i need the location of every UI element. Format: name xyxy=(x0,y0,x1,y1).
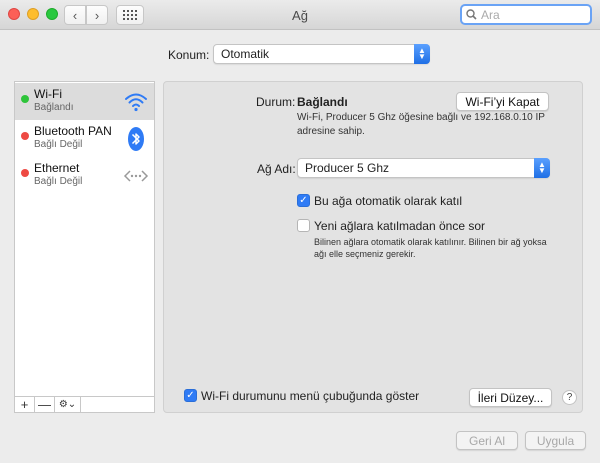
wifi-icon xyxy=(125,93,147,112)
bluetooth-icon xyxy=(128,127,144,151)
service-item-wifi[interactable]: Wi-Fi Bağlandı xyxy=(15,83,154,120)
service-item-bluetooth-pan[interactable]: Bluetooth PAN Bağlı Değil xyxy=(15,120,154,157)
apply-button[interactable]: Uygula xyxy=(525,431,586,450)
service-name: Wi-Fi xyxy=(34,87,62,101)
location-select[interactable]: Otomatik ▲ ▼ xyxy=(213,44,430,64)
service-list-controls: + — ⚙⌄ xyxy=(14,396,155,413)
network-name-label: Ağ Adı: xyxy=(257,162,296,176)
network-name-select[interactable]: Producer 5 Ghz ▲ ▼ xyxy=(297,158,550,178)
help-button[interactable]: ? xyxy=(562,390,577,405)
gear-menu-button[interactable]: ⚙⌄ xyxy=(55,397,81,412)
service-status: Bağlandı xyxy=(34,102,74,113)
advanced-button[interactable]: İleri Düzey... xyxy=(469,388,552,407)
service-item-ethernet[interactable]: Ethernet Bağlı Değil xyxy=(15,157,154,194)
search-input[interactable] xyxy=(481,7,581,22)
status-label: Durum: xyxy=(256,95,296,109)
show-status-in-menubar-checkbox[interactable]: ✓ xyxy=(184,389,197,402)
checkmark-icon: ✓ xyxy=(186,390,195,401)
status-description: Wi-Fi, Producer 5 Ghz öğesine bağlı ve 1… xyxy=(297,112,545,137)
service-list: Wi-Fi Bağlandı Bluetooth PAN Bağlı Değil… xyxy=(14,81,155,413)
updown-arrows-icon: ▲ ▼ xyxy=(534,158,550,178)
status-dot xyxy=(21,95,29,103)
network-name-value: Producer 5 Ghz xyxy=(305,161,390,175)
turn-off-wifi-button[interactable]: Wi-Fi’yi Kapat xyxy=(456,92,549,111)
updown-arrows-icon: ▲ ▼ xyxy=(414,44,430,64)
auto-join-label: Bu ağa otomatik olarak katıl xyxy=(314,194,463,208)
status-dot xyxy=(21,169,29,177)
auto-join-checkbox[interactable]: ✓ xyxy=(297,194,310,207)
location-label: Konum: xyxy=(168,48,210,62)
service-status: Bağlı Değil xyxy=(34,176,83,187)
add-service-button[interactable]: + xyxy=(15,397,35,412)
checkmark-icon: ✓ xyxy=(299,195,308,206)
title-bar: ‹ › Ağ xyxy=(0,0,600,30)
revert-button[interactable]: Geri Al xyxy=(456,431,518,450)
ask-to-join-description: Bilinen ağlara otomatik olarak katılınır… xyxy=(314,237,547,259)
search-icon xyxy=(466,9,477,20)
service-status: Bağlı Değil xyxy=(34,139,83,150)
remove-service-button[interactable]: — xyxy=(35,397,55,412)
status-dot xyxy=(21,132,29,140)
search-field[interactable] xyxy=(460,4,592,25)
ask-to-join-label: Yeni ağlara katılmadan önce sor xyxy=(314,219,485,233)
service-name: Bluetooth PAN xyxy=(34,124,112,138)
ethernet-icon xyxy=(123,170,149,182)
ask-to-join-checkbox[interactable] xyxy=(297,219,310,232)
show-status-in-menubar-label: Wi-Fi durumunu menü çubuğunda göster xyxy=(201,389,420,403)
status-value: Bağlandı xyxy=(297,95,348,109)
service-name: Ethernet xyxy=(34,161,80,175)
location-value: Otomatik xyxy=(221,47,270,61)
